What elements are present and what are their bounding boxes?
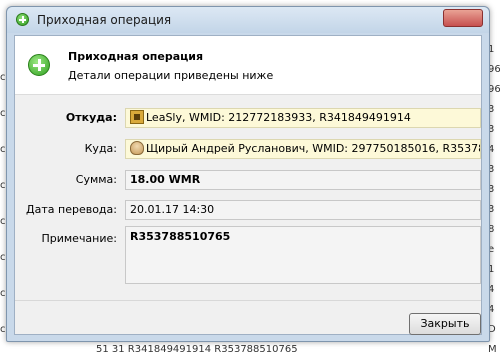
background-right-glyph: M (488, 344, 497, 355)
plus-icon (16, 13, 29, 26)
amount-label: Сумма: (75, 173, 117, 186)
from-value: LeaSly, WMID: 212772183933, R34184949191… (146, 111, 411, 124)
from-field[interactable]: LeaSly, WMID: 212772183933, R34184949191… (125, 108, 481, 128)
from-label: Откуда: (65, 111, 117, 124)
dialog-header: Приходная операция Детали операции приве… (15, 36, 481, 95)
title-bar[interactable]: Приходная операция (7, 7, 489, 33)
to-field[interactable]: Щирый Андрей Русланович, WMID: 297750185… (125, 139, 481, 159)
note-field[interactable]: R353788510765 (125, 226, 481, 284)
add-icon (28, 54, 50, 76)
to-value: Щирый Андрей Русланович, WMID: 297750185… (146, 142, 481, 155)
dialog-body: Приходная операция Детали операции приве… (14, 35, 482, 335)
dialog-window: Приходная операция Приходная операция Де… (6, 6, 490, 342)
background-bottom-text: 51 31 R341849491914 R353788510765 (96, 344, 298, 355)
person-icon (130, 141, 144, 155)
header-subtitle: Детали операции приведены ниже (68, 69, 274, 82)
window-close-button[interactable] (443, 9, 483, 27)
wallet-icon (130, 110, 144, 124)
close-button[interactable]: Закрыть (409, 313, 481, 335)
header-title: Приходная операция (68, 50, 204, 63)
window-title: Приходная операция (37, 13, 172, 27)
date-field[interactable]: 20.01.17 14:30 (125, 200, 481, 220)
divider (15, 300, 481, 301)
to-label: Куда: (84, 142, 117, 155)
date-label: Дата перевода: (26, 203, 117, 216)
note-label: Примечание: (41, 232, 117, 245)
amount-field[interactable]: 18.00 WMR (125, 170, 481, 190)
